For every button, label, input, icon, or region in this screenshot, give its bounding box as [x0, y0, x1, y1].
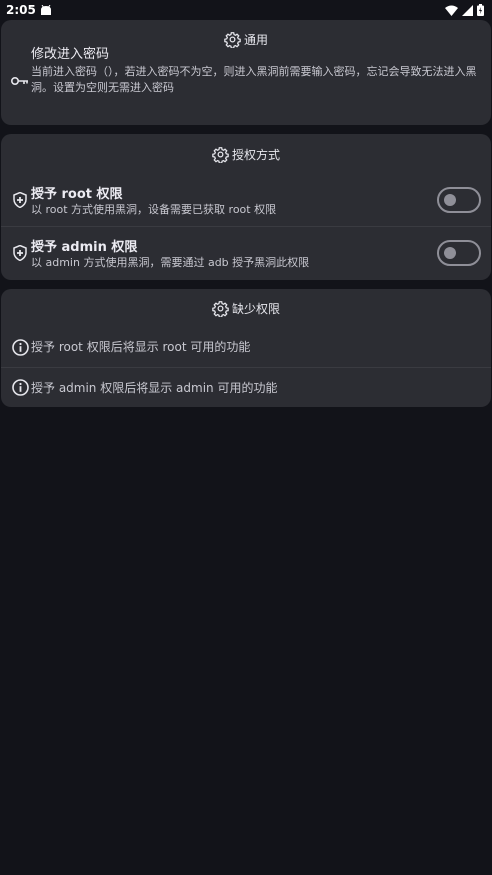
battery-icon: [477, 4, 484, 16]
status-bar: 2:05: [0, 0, 492, 20]
cellular-signal-icon: [462, 4, 473, 16]
info-icon: [11, 338, 29, 356]
info-icon: [11, 379, 29, 396]
root-toggle-knob: [444, 194, 456, 206]
status-time: 2:05: [6, 3, 36, 17]
gear-icon: [212, 146, 229, 163]
admin-info-text: 授予 admin 权限后将显示 admin 可用的功能: [31, 380, 278, 395]
admin-toggle[interactable]: [437, 240, 481, 266]
admin-toggle-knob: [444, 247, 456, 259]
authorization-section: 授权方式 授予 root 权限 以 root 方式使用黑洞，设备需要已获取 ro…: [1, 134, 491, 280]
grant-admin-desc: 以 admin 方式使用黑洞，需要通过 adb 授予黑洞此权限: [31, 255, 310, 269]
root-info-item: 授予 root 权限后将显示 root 可用的功能: [1, 327, 491, 367]
grant-admin-item[interactable]: 授予 admin 权限 以 admin 方式使用黑洞，需要通过 adb 授予黑洞…: [1, 226, 491, 279]
general-section: 通用 修改进入密码 当前进入密码（），若进入密码不为空，则进入黑洞前需要输入密码…: [1, 20, 491, 125]
admin-info-item: 授予 admin 权限后将显示 admin 可用的功能: [1, 367, 491, 407]
missing-permission-header: 缺少权限: [1, 289, 491, 327]
android-notification-icon: [40, 4, 51, 15]
change-password-item[interactable]: 修改进入密码 当前进入密码（），若进入密码不为空，则进入黑洞前需要输入密码，忘记…: [1, 47, 491, 96]
wifi-icon: [445, 5, 458, 16]
change-password-title: 修改进入密码: [31, 47, 110, 62]
root-info-text: 授予 root 权限后将显示 root 可用的功能: [31, 340, 251, 354]
grant-root-desc: 以 root 方式使用黑洞，设备需要已获取 root 权限: [31, 202, 277, 216]
missing-permission-header-label: 缺少权限: [231, 301, 280, 316]
root-toggle[interactable]: [437, 187, 481, 213]
gear-icon: [212, 300, 229, 317]
grant-root-item[interactable]: 授予 root 权限 以 root 方式使用黑洞，设备需要已获取 root 权限: [1, 174, 491, 226]
authorization-header: 授权方式: [1, 134, 491, 174]
grant-admin-title: 授予 admin 权限: [31, 239, 138, 255]
authorization-header-label: 授权方式: [231, 147, 280, 162]
change-password-desc: 当前进入密码（），若进入密码不为空，则进入黑洞前需要输入密码，忘记会导致无法进入…: [31, 65, 477, 94]
shield-plus-icon: [13, 192, 27, 208]
grant-root-title: 授予 root 权限: [31, 186, 123, 202]
missing-permission-section: 缺少权限 授予 root 权限后将显示 root 可用的功能 授予 admin …: [1, 289, 491, 407]
shield-plus-icon: [13, 245, 27, 261]
